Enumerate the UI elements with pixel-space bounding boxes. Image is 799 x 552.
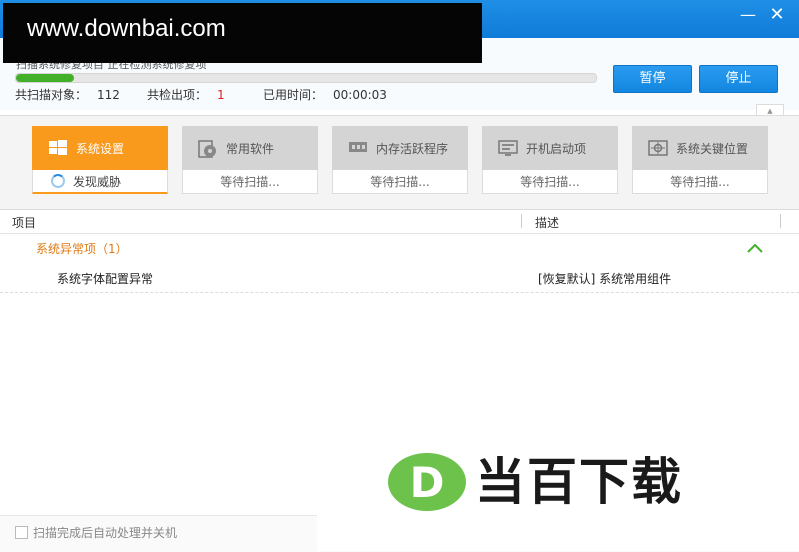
category-common-software[interactable]: 常用软件 等待扫描... [182,126,318,196]
category-active-memory-programs[interactable]: 内存活跃程序 等待扫描... [332,126,468,196]
category-label: 内存活跃程序 [376,141,449,156]
category-label: 系统关键位置 [676,141,749,156]
category-label: 常用软件 [226,141,275,156]
watermark-banner: www.downbai.com [3,3,482,63]
target-window-icon [648,140,670,156]
category-label: 系统设置 [76,141,125,156]
group-label: 系统异常项（1） [36,242,128,256]
chevron-up-icon[interactable] [747,242,763,256]
column-divider[interactable] [521,214,522,228]
results-table-header: 项目 描述 [0,209,799,234]
stop-button[interactable]: 停止 [699,65,778,93]
scan-objects-label: 共扫描对象： [15,88,88,102]
category-status: 等待扫描... [670,175,730,189]
elapsed-time-stat: 已用时间： 00:00:03 [263,86,387,103]
column-desc-header[interactable]: 描述 [535,214,559,231]
software-disc-icon [198,140,220,158]
row-item-name: 系统字体配置异常 [57,272,154,286]
category-startup-items[interactable]: 开机启动项 等待扫描... [482,126,618,196]
category-status: 等待扫描... [520,175,580,189]
column-item-header[interactable]: 项目 [12,214,36,231]
row-item-desc: [恢复默认] 系统常用组件 [538,272,672,286]
watermark-brand-text: 当百下载 [475,453,683,511]
close-icon[interactable]: ✕ [766,4,788,26]
minimize-icon[interactable]: — [737,4,759,26]
monitor-icon [498,140,520,156]
category-status: 等待扫描... [220,175,280,189]
column-divider[interactable] [780,214,781,228]
scan-categories: 系统设置 发现威胁 常用软件 等待扫描... 内存活跃程序 等待扫描... 开机… [0,115,799,209]
elapsed-time-label: 已用时间： [263,88,324,102]
windows-icon [48,140,70,156]
auto-shutdown-checkbox[interactable] [15,526,28,539]
category-label: 开机启动项 [526,141,587,156]
scan-progress-bar [15,73,597,83]
auto-shutdown-label[interactable]: 扫描完成后自动处理并关机 [33,524,177,541]
loading-spinner-icon [51,174,65,188]
category-status: 等待扫描... [370,175,430,189]
found-items-stat: 共检出项： 1 [147,86,225,103]
scan-progress-fill [16,74,74,82]
elapsed-time-value: 00:00:03 [333,88,387,102]
table-row[interactable]: 系统字体配置异常 [恢复默认] 系统常用组件 [0,262,799,293]
found-items-label: 共检出项： [147,88,208,102]
category-status: 发现威胁 [73,175,122,189]
watermark-d-logo: D [387,452,467,515]
pause-button[interactable]: 暂停 [613,65,692,93]
group-system-exceptions[interactable]: 系统异常项（1） [0,234,799,262]
watermark-url: www.downbai.com [27,15,226,42]
watermark-logo-letter: D [410,458,445,507]
category-system-settings[interactable]: 系统设置 发现威胁 [32,126,168,196]
watermark-logo-panel: D 当百下载 [317,410,799,551]
found-items-value: 1 [217,88,225,102]
scan-objects-stat: 共扫描对象： 112 [15,86,120,103]
category-system-key-locations[interactable]: 系统关键位置 等待扫描... [632,126,768,196]
memory-chip-icon [348,140,370,156]
scan-objects-value: 112 [97,88,120,102]
